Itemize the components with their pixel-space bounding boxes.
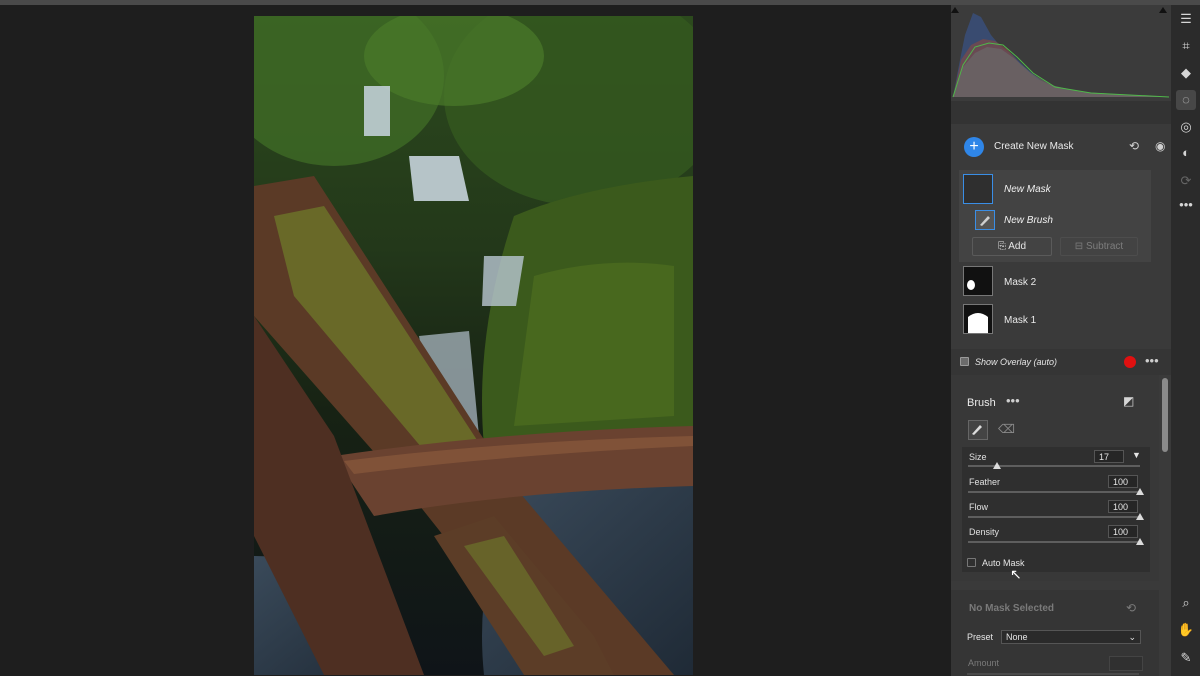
crop-icon[interactable]: ⌗ [1176, 36, 1196, 56]
eraser-icon[interactable]: ◆ [1176, 63, 1196, 83]
size-label: Size [969, 452, 987, 462]
sync-icon[interactable]: ⟳ [1176, 171, 1196, 191]
density-label: Density [969, 527, 1000, 537]
panel-scrollbar[interactable] [1162, 378, 1168, 452]
right-panel: + Create New Mask ⟲ ◉ New Mask New Brush… [951, 5, 1171, 676]
amount-value [1109, 656, 1143, 671]
brush-icon[interactable] [975, 210, 995, 230]
mask-2-thumbnail[interactable] [963, 266, 993, 296]
brush-more-icon[interactable]: ••• [1006, 393, 1020, 408]
mask-icon[interactable]: ◌ [1176, 90, 1196, 110]
mask-list: New Mask New Brush ⎘ Add ⊟ Subtract [959, 170, 1151, 262]
no-mask-reset-icon[interactable]: ⟲ [1126, 601, 1136, 615]
preset-value: None [1006, 632, 1028, 642]
flow-slider-handle[interactable] [1136, 513, 1144, 520]
histogram-footer [951, 101, 1171, 124]
size-dropdown-icon[interactable]: ▼ [1132, 450, 1141, 460]
density-slider-track[interactable] [968, 541, 1140, 543]
density-slider-handle[interactable] [1136, 538, 1144, 545]
sliders-icon[interactable]: ☰ [1176, 9, 1196, 29]
chevron-down-icon: ⌄ [1128, 632, 1136, 642]
flow-label: Flow [969, 502, 989, 512]
image-canvas[interactable] [0, 5, 951, 676]
redeye-icon[interactable]: ◎ [1176, 117, 1196, 137]
histogram [951, 5, 1171, 101]
brush-tool-icon[interactable] [968, 420, 988, 440]
eye-icon[interactable]: ◉ [1155, 139, 1165, 153]
size-value[interactable]: 17 [1094, 450, 1124, 463]
brush-title: Brush [967, 397, 996, 409]
add-button[interactable]: ⎘ Add [972, 237, 1052, 256]
mask-2-label: Mask 2 [1004, 277, 1037, 288]
right-toolbar: ☰ ⌗ ◆ ◌ ◎ ◐ ⟳ ••• ⌕ ✋ ✎ [1171, 5, 1200, 676]
hand-icon[interactable]: ✋ [1176, 620, 1196, 640]
feather-value[interactable]: 100 [1108, 475, 1138, 488]
amount-label: Amount [968, 658, 1000, 668]
flow-value[interactable]: 100 [1108, 500, 1138, 513]
subtract-icon: ⊟ [1074, 241, 1086, 252]
add-label: Add [1008, 241, 1027, 252]
brush-mode-icon[interactable]: ◩ [1123, 394, 1134, 408]
eyedropper-icon[interactable]: ✎ [1176, 648, 1196, 668]
overlay-color-swatch[interactable] [1124, 356, 1136, 368]
feather-slider-handle[interactable] [1136, 488, 1144, 495]
mask-1-label: Mask 1 [1004, 315, 1037, 326]
amount-slider-track [967, 673, 1139, 675]
show-overlay-checkbox[interactable] [960, 357, 969, 366]
new-mask-thumbnail[interactable] [963, 174, 993, 204]
preset-icon[interactable]: ◐ [1176, 143, 1196, 163]
add-icon: ⎘ [997, 241, 1009, 252]
subtract-label: Subtract [1085, 241, 1124, 252]
subtract-button[interactable]: ⊟ Subtract [1060, 237, 1138, 256]
mask-header: + Create New Mask ⟲ ◉ [951, 124, 1171, 176]
zoom-icon[interactable]: ⌕ [1176, 593, 1196, 613]
erase-tool-icon[interactable]: ⌫ [998, 422, 1015, 436]
mask-1-thumbnail[interactable] [963, 304, 993, 334]
more-icon[interactable]: ••• [1176, 195, 1196, 215]
size-slider-handle[interactable] [993, 462, 1002, 469]
flow-slider-track[interactable] [968, 516, 1140, 518]
feather-slider-track[interactable] [968, 491, 1140, 493]
density-value[interactable]: 100 [1108, 525, 1138, 538]
show-overlay-label: Show Overlay (auto) [975, 357, 1058, 367]
overlay-more-icon[interactable]: ••• [1145, 353, 1159, 368]
mouse-cursor: ↖ [1010, 566, 1022, 582]
reset-icon[interactable]: ⟲ [1129, 139, 1139, 153]
auto-mask-checkbox[interactable] [967, 558, 976, 567]
new-mask-label[interactable]: New Mask [1004, 184, 1051, 195]
create-new-mask-label[interactable]: Create New Mask [994, 141, 1073, 152]
show-overlay-row: Show Overlay (auto) ••• [951, 349, 1171, 375]
photo-preview[interactable] [254, 16, 693, 675]
no-mask-section: No Mask Selected ⟲ Preset None ⌄ Amount [951, 590, 1159, 676]
preset-label: Preset [967, 632, 994, 642]
preset-select[interactable]: None ⌄ [1001, 630, 1141, 644]
no-mask-title: No Mask Selected [969, 603, 1055, 614]
feather-label: Feather [969, 477, 1001, 487]
create-new-mask-button[interactable]: + [964, 137, 984, 157]
brush-sliders: Size 17 ▼ Feather 100 Flow 100 Density 1… [962, 447, 1150, 572]
new-brush-label[interactable]: New Brush [1004, 215, 1053, 226]
